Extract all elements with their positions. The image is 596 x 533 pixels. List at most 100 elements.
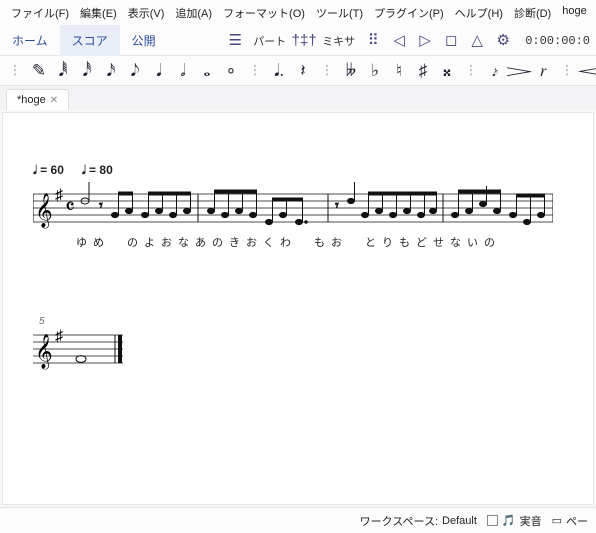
separator-icon: ⁝ bbox=[246, 60, 264, 82]
lyric-syllable: ゆ bbox=[75, 234, 88, 250]
lyrics-line-1: ゆめのよおなあのきおくわもおとりもどせないの bbox=[75, 234, 496, 250]
natural-icon[interactable]: ♮ bbox=[390, 60, 408, 82]
staff-line-2[interactable]: 5 𝄞 ♯ bbox=[33, 316, 573, 373]
menu-format[interactable]: フォーマット(O) bbox=[218, 3, 310, 23]
lyric-syllable: な bbox=[449, 234, 462, 250]
lyric-syllable: せ bbox=[432, 234, 445, 250]
lyric-syllable: よ bbox=[143, 234, 156, 250]
menu-edit[interactable]: 編集(E) bbox=[75, 3, 122, 23]
tab-publish[interactable]: 公開 bbox=[120, 25, 168, 56]
menu-add[interactable]: 追加(A) bbox=[170, 3, 217, 23]
mixer-icon[interactable]: †‡† bbox=[294, 31, 314, 51]
svg-text:𝄾: 𝄾 bbox=[99, 197, 103, 213]
lyric-syllable: く bbox=[262, 234, 275, 250]
dot-icon[interactable]: 𝅘𝅥. bbox=[270, 60, 288, 82]
nav-tabs: ホーム スコア 公開 bbox=[0, 25, 168, 56]
note-64th-icon[interactable]: 𝅘𝅥𝅱 bbox=[54, 60, 72, 82]
timecode-display: 0:00:00:0 bbox=[519, 34, 590, 48]
svg-text:♯: ♯ bbox=[55, 328, 63, 345]
tab-home[interactable]: ホーム bbox=[0, 25, 60, 56]
menu-dots-icon[interactable]: ⠿ bbox=[363, 31, 383, 51]
tempo-value: = 60 bbox=[40, 163, 64, 177]
separator-icon: ⁝ bbox=[558, 60, 576, 82]
menu-plugins[interactable]: プラグイン(P) bbox=[369, 3, 449, 23]
status-bar: ワークスペース: Default 🎵 実音 ▭ ペー bbox=[0, 507, 596, 533]
lyric-syllable: と bbox=[364, 234, 377, 250]
menu-view[interactable]: 表示(V) bbox=[123, 3, 170, 23]
concert-pitch-label: 実音 bbox=[520, 513, 542, 529]
page-nav[interactable]: ▭ ペー bbox=[552, 513, 588, 529]
menu-help[interactable]: ヘルプ(H) bbox=[450, 3, 508, 23]
sharp-icon[interactable]: ♯ bbox=[414, 60, 432, 82]
document-tab-hoge[interactable]: *hoge ✕ bbox=[6, 89, 69, 110]
top-bar: ホーム スコア 公開 ☰ パート †‡† ミキサ ⠿ ◁ ▷ ◻ △ ⚙ 0:0… bbox=[0, 26, 596, 56]
measure-number: 5 bbox=[39, 316, 573, 327]
mixer-button[interactable]: ミキサ bbox=[320, 33, 357, 49]
rest-icon[interactable]: 𝄽 bbox=[294, 60, 312, 82]
staff-line-1[interactable]: 𝄞 ♯ 𝄴 𝄾 bbox=[33, 182, 573, 246]
note-breve-icon[interactable]: ∘ bbox=[222, 60, 240, 82]
lyric-syllable: の bbox=[483, 234, 496, 250]
settings-gear-icon[interactable]: ⚙ bbox=[493, 31, 513, 51]
menu-hoge[interactable]: hoge bbox=[557, 3, 591, 23]
lyric-syllable: お bbox=[330, 234, 343, 250]
svg-text:𝄞: 𝄞 bbox=[35, 193, 53, 229]
double-flat-icon[interactable]: 𝄫 bbox=[342, 60, 360, 82]
slur-icon[interactable]: 𝆓 bbox=[510, 60, 528, 82]
play-icon[interactable]: ▷ bbox=[415, 31, 435, 51]
metronome-icon[interactable]: △ bbox=[467, 31, 487, 51]
rewind-icon[interactable]: ◁ bbox=[389, 31, 409, 51]
note-half-icon[interactable]: 𝅗𝅥 bbox=[174, 60, 192, 82]
lyric-syllable bbox=[109, 234, 122, 250]
workspace-value: Default bbox=[442, 515, 477, 527]
tempo-note-icon: 𝅘𝅥 bbox=[82, 163, 86, 177]
separator-icon: ⁝ bbox=[6, 60, 24, 82]
page-icon: ▭ bbox=[552, 514, 562, 527]
document-tab-label: *hoge bbox=[17, 94, 46, 106]
marcato-icon[interactable]: 𝆒 bbox=[582, 60, 596, 82]
edit-pencil-icon[interactable]: ✎ bbox=[30, 60, 48, 82]
svg-text:𝄾: 𝄾 bbox=[335, 197, 339, 213]
menu-diagnose[interactable]: 診断(D) bbox=[509, 3, 556, 23]
tempo-note-icon: 𝅘𝅥 bbox=[33, 163, 37, 177]
menu-file[interactable]: ファイル(F) bbox=[6, 3, 74, 23]
parts-button[interactable]: パート bbox=[251, 33, 288, 49]
lyric-syllable: な bbox=[177, 234, 190, 250]
lyric-syllable: の bbox=[126, 234, 139, 250]
lyric-syllable: も bbox=[398, 234, 411, 250]
workspace-indicator[interactable]: ワークスペース: Default bbox=[360, 513, 477, 529]
note-quarter-icon[interactable]: 𝅘𝅥 bbox=[150, 60, 168, 82]
lyric-syllable: わ bbox=[279, 234, 292, 250]
lyric-syllable: の bbox=[211, 234, 224, 250]
lyric-syllable: お bbox=[160, 234, 173, 250]
workspace-label: ワークスペース: bbox=[360, 513, 438, 529]
checkbox-icon[interactable] bbox=[487, 515, 498, 526]
note-toolbar: ⁝ ✎ 𝅘𝅥𝅱 𝅘𝅥𝅰 𝅘𝅥𝅯 𝅘𝅥𝅮 𝅘𝅥 𝅗𝅥 𝅝 ∘ ⁝ 𝅘𝅥. 𝄽 ⁝ … bbox=[0, 56, 596, 86]
tuplet-icon[interactable]: 𝆌 bbox=[534, 60, 552, 82]
note-8th-icon[interactable]: 𝅘𝅥𝅮 bbox=[126, 60, 144, 82]
loop-icon[interactable]: ◻ bbox=[441, 31, 461, 51]
lyric-syllable: き bbox=[228, 234, 241, 250]
note-16th-icon[interactable]: 𝅘𝅥𝅯 bbox=[102, 60, 120, 82]
document-tabs: *hoge ✕ bbox=[0, 86, 596, 110]
parts-icon[interactable]: ☰ bbox=[225, 31, 245, 51]
flat-icon[interactable]: ♭ bbox=[366, 60, 384, 82]
tempo-value: = 80 bbox=[89, 163, 113, 177]
tuning-fork-icon: 🎵 bbox=[502, 514, 516, 527]
lyric-syllable: い bbox=[466, 234, 479, 250]
menu-tools[interactable]: ツール(T) bbox=[311, 3, 368, 23]
lyric-syllable: り bbox=[381, 234, 394, 250]
close-icon[interactable]: ✕ bbox=[50, 95, 58, 106]
double-sharp-icon[interactable]: 𝄪 bbox=[438, 60, 456, 82]
lyric-syllable: め bbox=[92, 234, 105, 250]
score-canvas[interactable]: 𝅘𝅥 = 60 𝅘𝅥 = 80 𝄞 ♯ 𝄴 bbox=[2, 112, 594, 505]
note-whole-icon[interactable]: 𝅝 bbox=[198, 60, 216, 82]
tab-score[interactable]: スコア bbox=[60, 25, 120, 56]
lyric-syllable bbox=[347, 234, 360, 250]
lyric-syllable: も bbox=[313, 234, 326, 250]
concert-pitch-toggle[interactable]: 🎵 実音 bbox=[487, 513, 542, 529]
note-32nd-icon[interactable]: 𝅘𝅥𝅰 bbox=[78, 60, 96, 82]
tie-icon[interactable]: 𝆔 bbox=[486, 60, 504, 82]
separator-icon: ⁝ bbox=[462, 60, 480, 82]
tempo-markings: 𝅘𝅥 = 60 𝅘𝅥 = 80 bbox=[33, 163, 573, 178]
